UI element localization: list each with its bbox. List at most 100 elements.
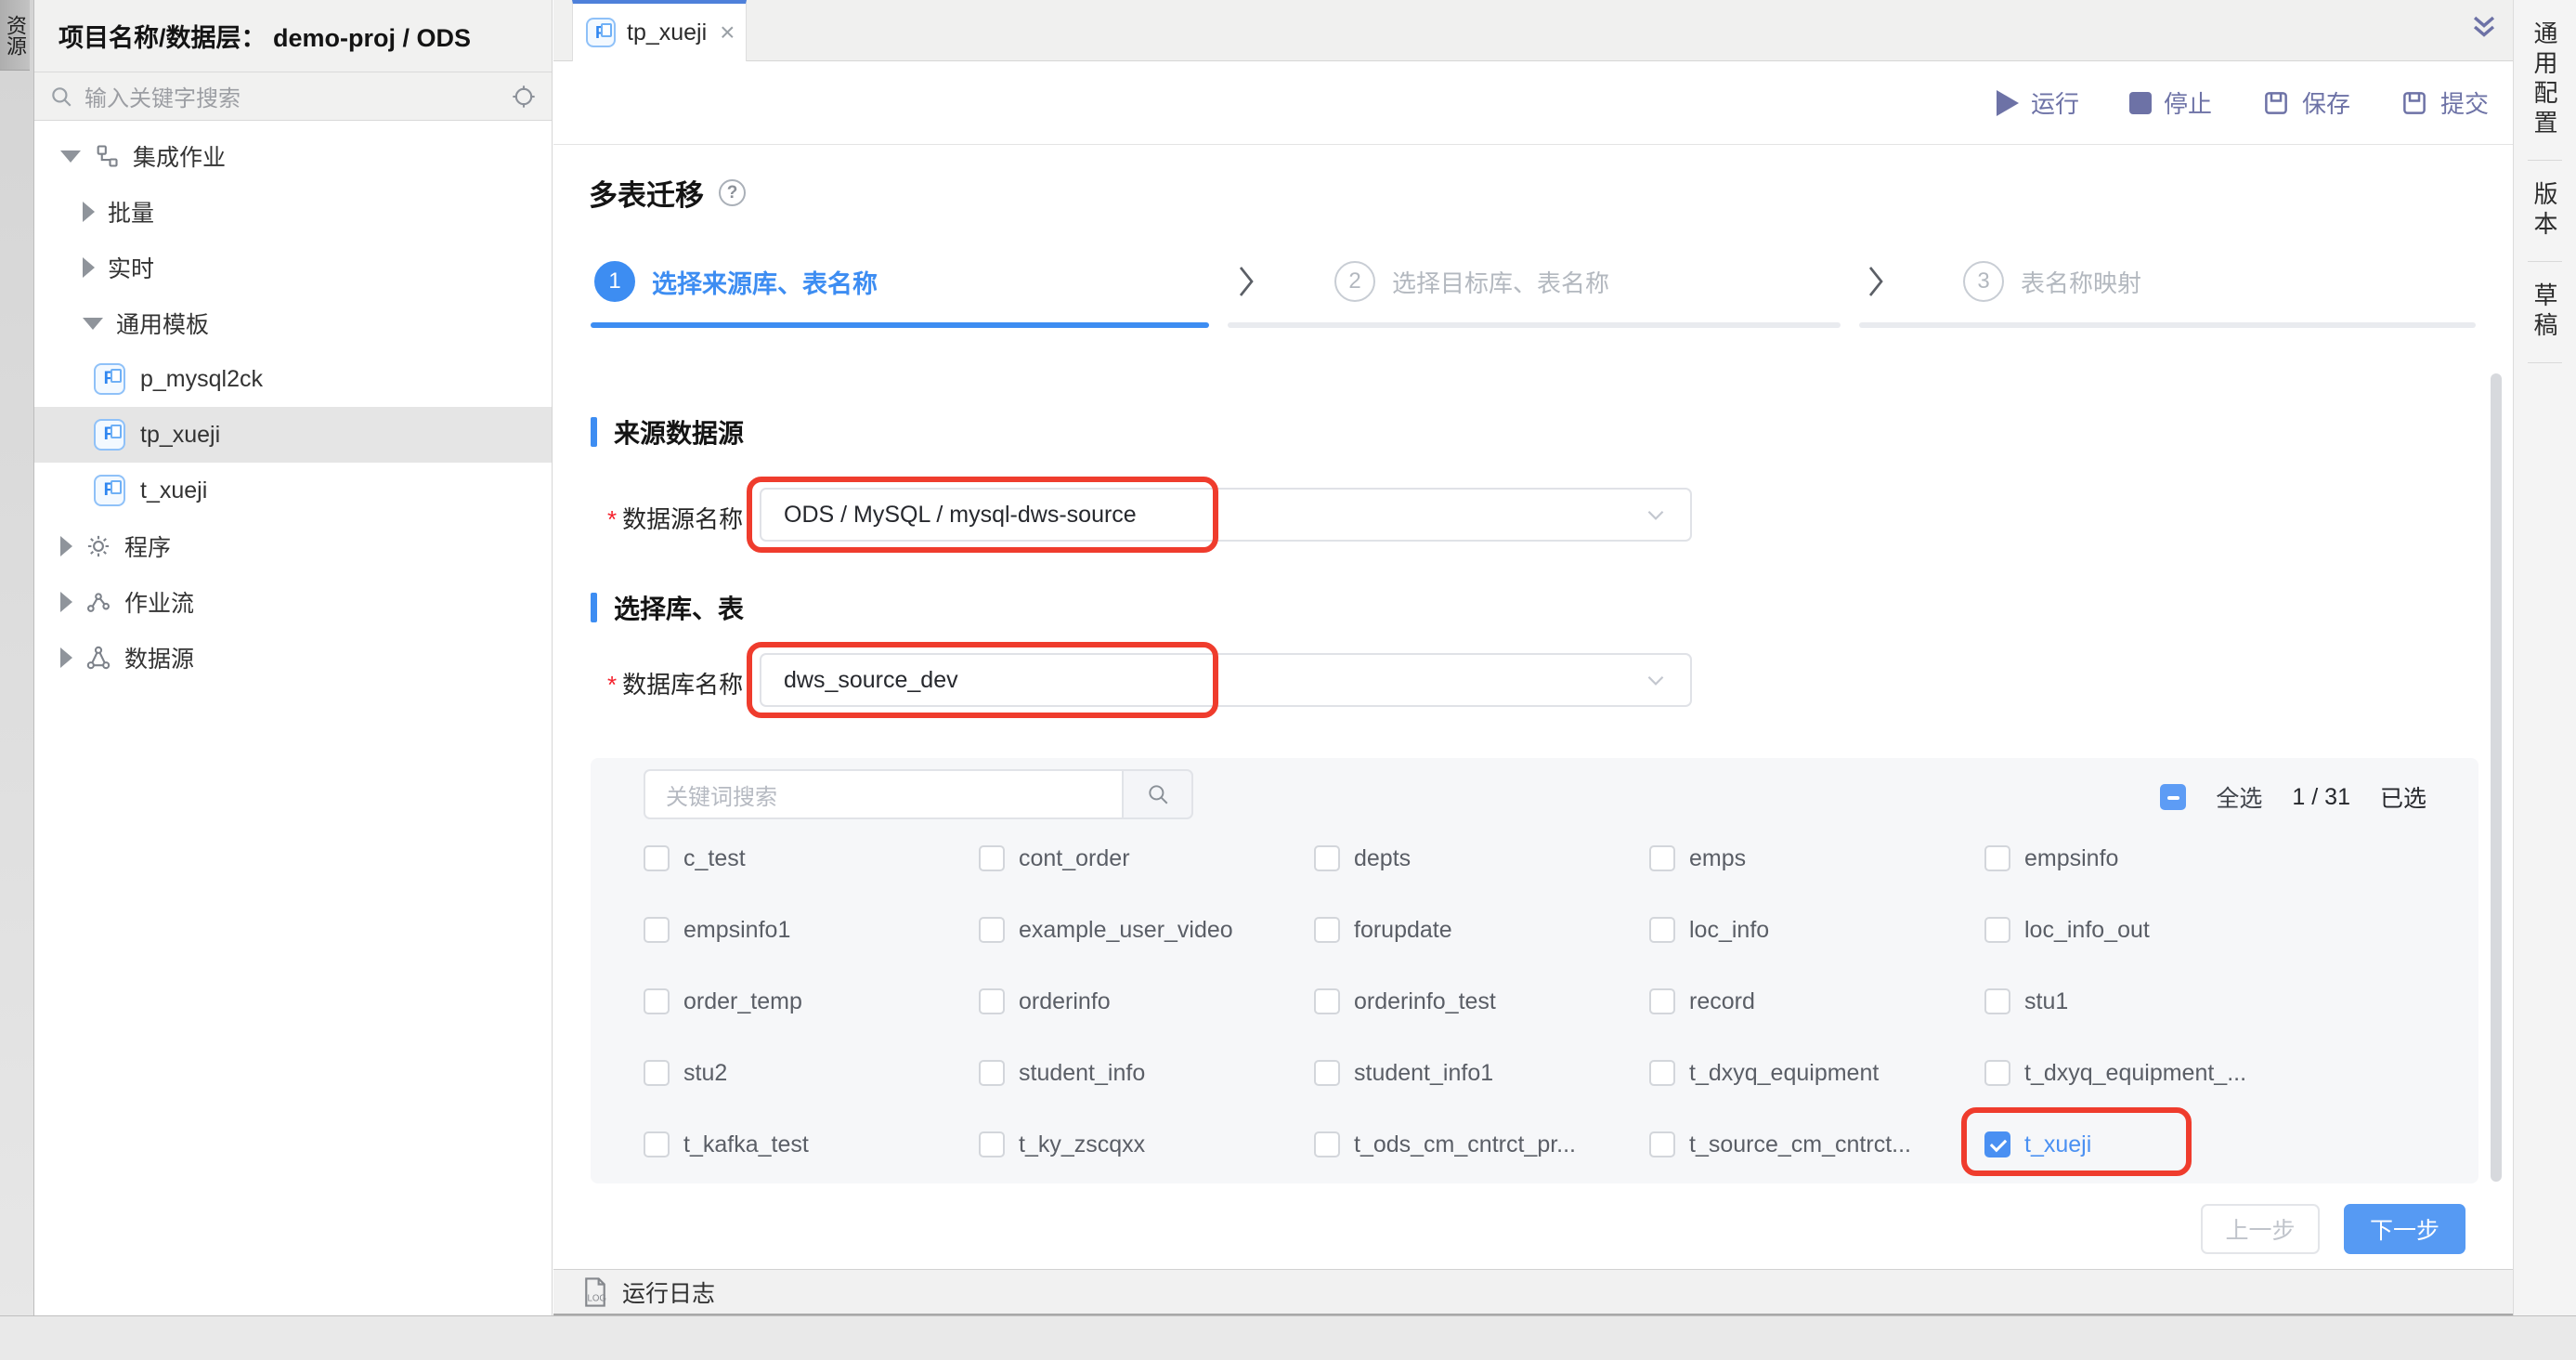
table-option-stu1[interactable]: stu1 xyxy=(1984,988,2478,1014)
stop-button[interactable]: 停止 xyxy=(2129,85,2212,120)
table-option-cont_order[interactable]: cont_order xyxy=(979,845,1314,871)
right-rail-tab-通用配置[interactable]: 通用配置 xyxy=(2528,0,2562,161)
sidebar-item-批量[interactable]: 批量 xyxy=(34,184,552,240)
step-3[interactable]: 3 表名称映射 xyxy=(1963,261,2141,302)
sidebar-item-作业流[interactable]: 作业流 xyxy=(34,574,552,630)
table-search-input[interactable]: 关键词搜索 xyxy=(644,769,1122,819)
tab-bar: P tp_xueji × xyxy=(553,0,2513,61)
table-option-t_dxyq_equipment_...[interactable]: t_dxyq_equipment_... xyxy=(1984,1060,2478,1086)
checkbox-unchecked[interactable] xyxy=(644,845,670,871)
run-log-bar[interactable]: LOG 运行日志 xyxy=(553,1269,2513,1315)
caret-right-icon[interactable] xyxy=(83,257,95,278)
submit-button[interactable]: 提交 xyxy=(2400,85,2489,120)
table-option-label: stu1 xyxy=(2024,988,2068,1015)
checkbox-unchecked[interactable] xyxy=(979,1060,1005,1086)
table-option-loc_info[interactable]: loc_info xyxy=(1649,917,1984,943)
checkbox-unchecked[interactable] xyxy=(1314,1131,1340,1157)
table-option-t_xueji[interactable]: t_xueji xyxy=(1984,1131,2478,1157)
table-option-orderinfo_test[interactable]: orderinfo_test xyxy=(1314,988,1649,1014)
checkbox-unchecked[interactable] xyxy=(1314,1060,1340,1086)
caret-right-icon[interactable] xyxy=(60,536,72,556)
checkbox-unchecked[interactable] xyxy=(1984,845,2010,871)
table-option-empsinfo1[interactable]: empsinfo1 xyxy=(644,917,979,943)
sidebar-item-数据源[interactable]: 数据源 xyxy=(34,630,552,686)
checkbox-unchecked[interactable] xyxy=(1649,988,1675,1014)
sidebar-item-通用模板[interactable]: 通用模板 xyxy=(34,295,552,351)
table-option-order_temp[interactable]: order_temp xyxy=(644,988,979,1014)
table-option-t_ky_zscqxx[interactable]: t_ky_zscqxx xyxy=(979,1131,1314,1157)
run-button[interactable]: 运行 xyxy=(1997,85,2079,120)
help-icon[interactable]: ? xyxy=(719,179,746,206)
checkbox-checked[interactable] xyxy=(1984,1131,2010,1157)
checkbox-unchecked[interactable] xyxy=(644,988,670,1014)
checkbox-unchecked[interactable] xyxy=(1314,845,1340,871)
table-option-depts[interactable]: depts xyxy=(1314,845,1649,871)
step-2[interactable]: 2 选择目标库、表名称 xyxy=(1334,261,1609,302)
sidebar-item-tp_xueji[interactable]: Ptp_xueji xyxy=(34,407,552,463)
checkbox-unchecked[interactable] xyxy=(979,845,1005,871)
right-rail-tab-版本[interactable]: 版本 xyxy=(2528,161,2562,262)
checkbox-unchecked[interactable] xyxy=(644,1060,670,1086)
sidebar-item-实时[interactable]: 实时 xyxy=(34,240,552,295)
table-option-student_info1[interactable]: student_info1 xyxy=(1314,1060,1649,1086)
step3-underline xyxy=(1859,322,2476,328)
checkbox-unchecked[interactable] xyxy=(1984,1060,2010,1086)
save-button[interactable]: 保存 xyxy=(2262,85,2350,120)
caret-down-icon[interactable] xyxy=(83,318,103,330)
table-option-t_kafka_test[interactable]: t_kafka_test xyxy=(644,1131,979,1157)
checkbox-unchecked[interactable] xyxy=(1649,845,1675,871)
checkbox-unchecked[interactable] xyxy=(1649,1060,1675,1086)
database-select[interactable]: dws_source_dev xyxy=(760,653,1692,707)
checkbox-unchecked[interactable] xyxy=(1649,917,1675,943)
checkbox-unchecked[interactable] xyxy=(979,988,1005,1014)
locate-icon[interactable] xyxy=(511,84,537,110)
table-option-t_dxyq_equipment[interactable]: t_dxyq_equipment xyxy=(1649,1060,1984,1086)
right-rail-tab-草稿[interactable]: 草稿 xyxy=(2528,262,2562,363)
table-selection-panel: 关键词搜索 全选 1 / 31 已选 c_testcont_orderdepts… xyxy=(591,758,2478,1183)
tab-close-icon[interactable]: × xyxy=(720,20,735,46)
step-1[interactable]: 1 选择来源库、表名称 xyxy=(594,261,878,302)
tab-tp-xueji[interactable]: P tp_xueji × xyxy=(572,0,747,61)
next-step-button[interactable]: 下一步 xyxy=(2344,1204,2465,1254)
table-grid: c_testcont_orderdeptsempsempsinfo empsinf… xyxy=(644,845,2478,1157)
table-option-emps[interactable]: emps xyxy=(1649,845,1984,871)
table-option-orderinfo[interactable]: orderinfo xyxy=(979,988,1314,1014)
caret-right-icon[interactable] xyxy=(83,202,95,222)
vertical-scrollbar[interactable] xyxy=(2491,373,2502,1182)
selected-filter-label[interactable]: 已选 xyxy=(2380,780,2426,814)
resources-rail-tab[interactable]: 资源 xyxy=(0,0,30,71)
table-option-example_user_video[interactable]: example_user_video xyxy=(979,917,1314,943)
select-all-checkbox[interactable] xyxy=(2160,784,2186,810)
caret-down-icon[interactable] xyxy=(60,150,81,163)
checkbox-unchecked[interactable] xyxy=(1984,988,2010,1014)
table-option-forupdate[interactable]: forupdate xyxy=(1314,917,1649,943)
sidebar-item-t_xueji[interactable]: Pt_xueji xyxy=(34,463,552,518)
sidebar-item-p_mysql2ck[interactable]: Pp_mysql2ck xyxy=(34,351,552,407)
table-option-t_source_cm_cntrct...[interactable]: t_source_cm_cntrct... xyxy=(1649,1131,1984,1157)
checkbox-unchecked[interactable] xyxy=(1314,917,1340,943)
table-option-stu2[interactable]: stu2 xyxy=(644,1060,979,1086)
caret-right-icon[interactable] xyxy=(60,592,72,612)
previous-step-button[interactable]: 上一步 xyxy=(2201,1204,2320,1254)
table-option-student_info[interactable]: student_info xyxy=(979,1060,1314,1086)
caret-right-icon[interactable] xyxy=(60,647,72,668)
table-search-button[interactable] xyxy=(1122,769,1193,819)
sidebar-item-程序[interactable]: 程序 xyxy=(34,518,552,574)
sidebar-search-input[interactable]: 输入关键字搜索 xyxy=(34,72,552,121)
table-option-record[interactable]: record xyxy=(1649,988,1984,1014)
checkbox-unchecked[interactable] xyxy=(1314,988,1340,1014)
datasource-select[interactable]: ODS / MySQL / mysql-dws-source xyxy=(760,488,1692,542)
checkbox-unchecked[interactable] xyxy=(1984,917,2010,943)
table-option-t_ods_cm_cntrct_pr...[interactable]: t_ods_cm_cntrct_pr... xyxy=(1314,1131,1649,1157)
table-option-loc_info_out[interactable]: loc_info_out xyxy=(1984,917,2478,943)
checkbox-unchecked[interactable] xyxy=(979,1131,1005,1157)
table-option-empsinfo[interactable]: empsinfo xyxy=(1984,845,2478,871)
checkbox-unchecked[interactable] xyxy=(644,917,670,943)
checkbox-unchecked[interactable] xyxy=(979,917,1005,943)
sidebar-item-集成作业[interactable]: 集成作业 xyxy=(34,128,552,184)
table-option-c_test[interactable]: c_test xyxy=(644,845,979,871)
checkbox-unchecked[interactable] xyxy=(1649,1131,1675,1157)
sidebar-item-label: 集成作业 xyxy=(133,139,226,173)
collapse-panel-icon[interactable] xyxy=(2468,11,2500,43)
checkbox-unchecked[interactable] xyxy=(644,1131,670,1157)
